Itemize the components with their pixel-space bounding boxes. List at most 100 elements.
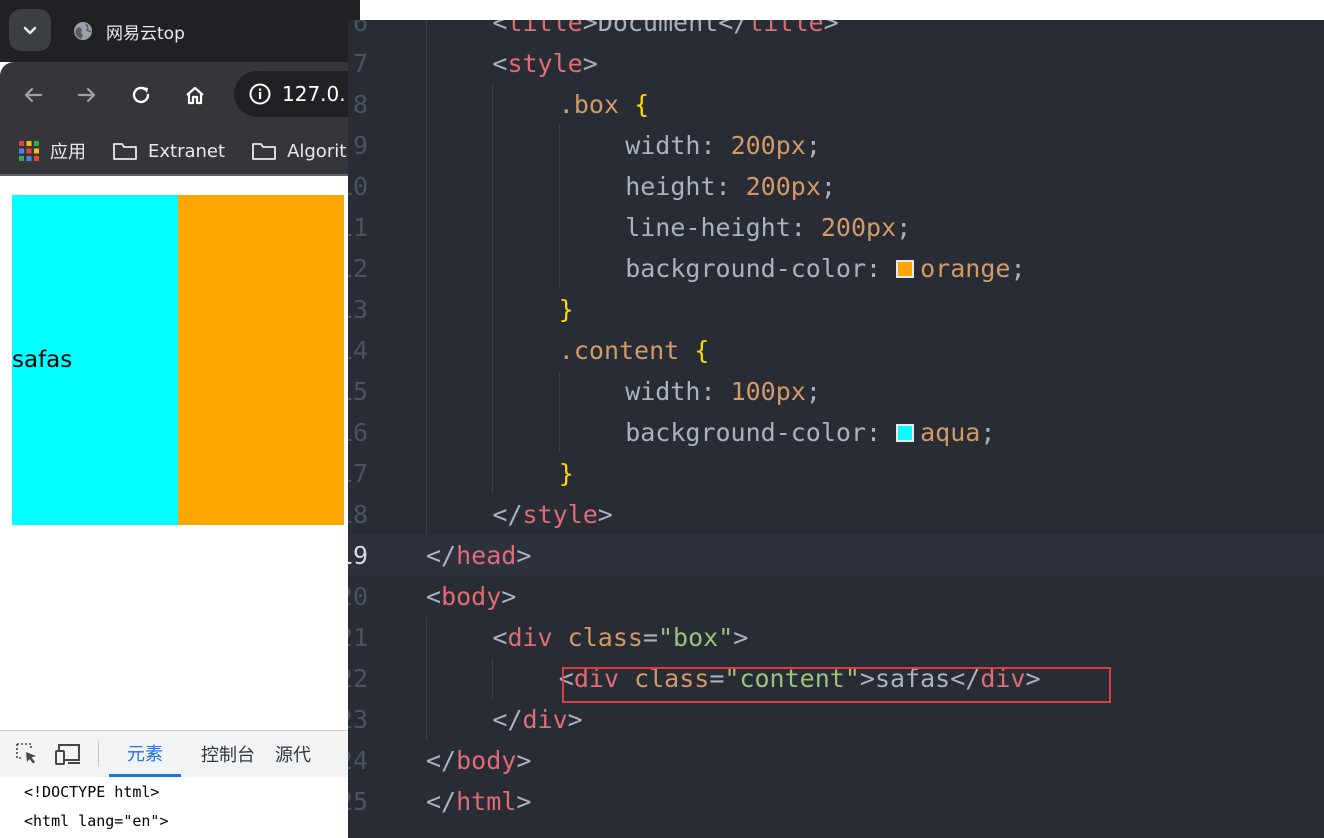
code-brace: } [558,459,574,488]
code-value: 200px [730,131,806,160]
home-button[interactable] [178,78,212,112]
browser-tab[interactable]: 网易云top [60,10,360,52]
code-line[interactable]: 13} [348,289,1324,330]
indent-guide [558,125,560,289]
code-line[interactable]: 20 <body> [348,576,1324,617]
code-punct: </ [426,541,457,570]
code-punct: ; [805,377,821,406]
code-tag: body [441,582,502,611]
code-tag: title [507,20,583,37]
code-line[interactable]: 19 </head> [348,535,1324,576]
indent-guide [492,84,494,494]
code-property: line-height [625,213,791,242]
color-swatch-orange[interactable] [896,260,915,278]
line-number: 14 [348,336,369,365]
code-content: </body> [426,740,531,781]
code-line[interactable]: 16 background-color: aqua; [348,412,1324,453]
code-content: width: 200px; [625,125,821,166]
code-punct: : [866,418,897,447]
code-property: height [625,172,716,201]
code-content: <body> [426,576,516,617]
code-line[interactable]: 7 <style> [348,43,1324,84]
code-selector: .box [558,90,620,119]
tab-search-button[interactable] [9,9,51,51]
code-content: </html> [426,781,531,822]
devtools-tab-elements[interactable]: 元素 [109,731,181,777]
line-number: 21 [348,623,369,652]
bookmark-algorithm[interactable]: Algorit [251,141,346,162]
code-content: </style> [492,494,612,535]
reload-button[interactable] [124,78,158,112]
code-content: <style> [492,43,597,84]
dom-doctype[interactable]: <!DOCTYPE html> [24,783,159,801]
address-text: 127.0. [282,82,346,106]
bookmark-apps[interactable]: 应用 [18,138,86,164]
code-tag: style [507,49,583,78]
code-line[interactable]: 6 <title>Document</title> [348,20,1324,43]
code-line[interactable]: 11 line-height: 200px; [348,207,1324,248]
code-punct: ; [1010,254,1026,283]
code-punct: </ [492,500,523,529]
code-punct: > [567,705,583,734]
code-punct: = [642,623,658,652]
code-content: } [559,453,574,494]
bookmarks-bar: 应用 Extranet Algorit [0,128,360,176]
arrow-left-icon [24,87,43,103]
code-editor[interactable]: 6 <title>Document</title> 7 <style> 8 .box {9… [348,20,1324,838]
code-punct: > [597,500,613,529]
globe-icon [72,20,94,42]
info-icon[interactable] [248,82,272,106]
inspect-element-icon[interactable] [14,741,40,767]
line-number: 10 [348,172,369,201]
code-line[interactable]: 21 <div class="box"> [348,617,1324,658]
back-button[interactable] [16,78,50,112]
code-tag: head [456,541,517,570]
code-tag: body [456,746,517,775]
bookmark-label: Extranet [148,140,226,162]
code-brace: { [634,90,650,119]
line-number: 20 [348,582,369,611]
devtools-tab-sources[interactable]: 源代 [275,731,327,777]
code-content: <title>Document</title> [492,20,838,43]
bookmark-extranet[interactable]: Extranet [112,141,225,162]
code-string: "box" [658,623,734,652]
devtools-tab-console[interactable]: 控制台 [185,731,271,777]
content-element[interactable]: safas [12,195,178,525]
code-line[interactable]: 18 </style> [348,494,1324,535]
line-number: 13 [348,295,369,324]
line-number: 23 [348,705,369,734]
code-line[interactable]: 8 .box { [348,84,1324,125]
line-number: 7 [352,49,368,78]
code-content: .box { [559,84,649,125]
code-line[interactable]: 15 width: 100px; [348,371,1324,412]
code-punct: > [582,20,598,37]
color-swatch-aqua[interactable] [896,424,915,442]
code-line[interactable]: 14 .content { [348,330,1324,371]
code-line[interactable]: 10 height: 200px; [348,166,1324,207]
code-tag: html [456,787,517,816]
device-toolbar-icon[interactable] [54,741,84,767]
dom-html-node[interactable]: <html lang="en"> [24,812,169,830]
code-punct: < [492,623,508,652]
code-line[interactable]: 17} [348,453,1324,494]
code-punct: </ [426,746,457,775]
code-line[interactable]: 12 background-color: orange; [348,248,1324,289]
code-tag: div [507,623,553,652]
dom-tree: <!DOCTYPE html> <html lang="en"> [0,777,360,838]
code-property: background-color [625,418,867,447]
line-number: 18 [348,500,369,529]
folder-icon [252,143,276,160]
code-punct: ; [820,172,836,201]
code-content: background-color: aqua; [625,412,995,453]
code-brace: } [558,295,574,324]
line-number: 12 [348,254,369,283]
box-element[interactable]: safas [12,195,344,525]
tab-strip: 网易云top [0,0,360,62]
code-line[interactable]: 25 </html> [348,781,1324,822]
code-line[interactable]: 23 </div> [348,699,1324,740]
code-line[interactable]: 24 </body> [348,740,1324,781]
code-line[interactable]: 9 width: 200px; [348,125,1324,166]
code-punct: ; [896,213,912,242]
forward-button[interactable] [70,78,104,112]
code-punct: > [516,541,532,570]
